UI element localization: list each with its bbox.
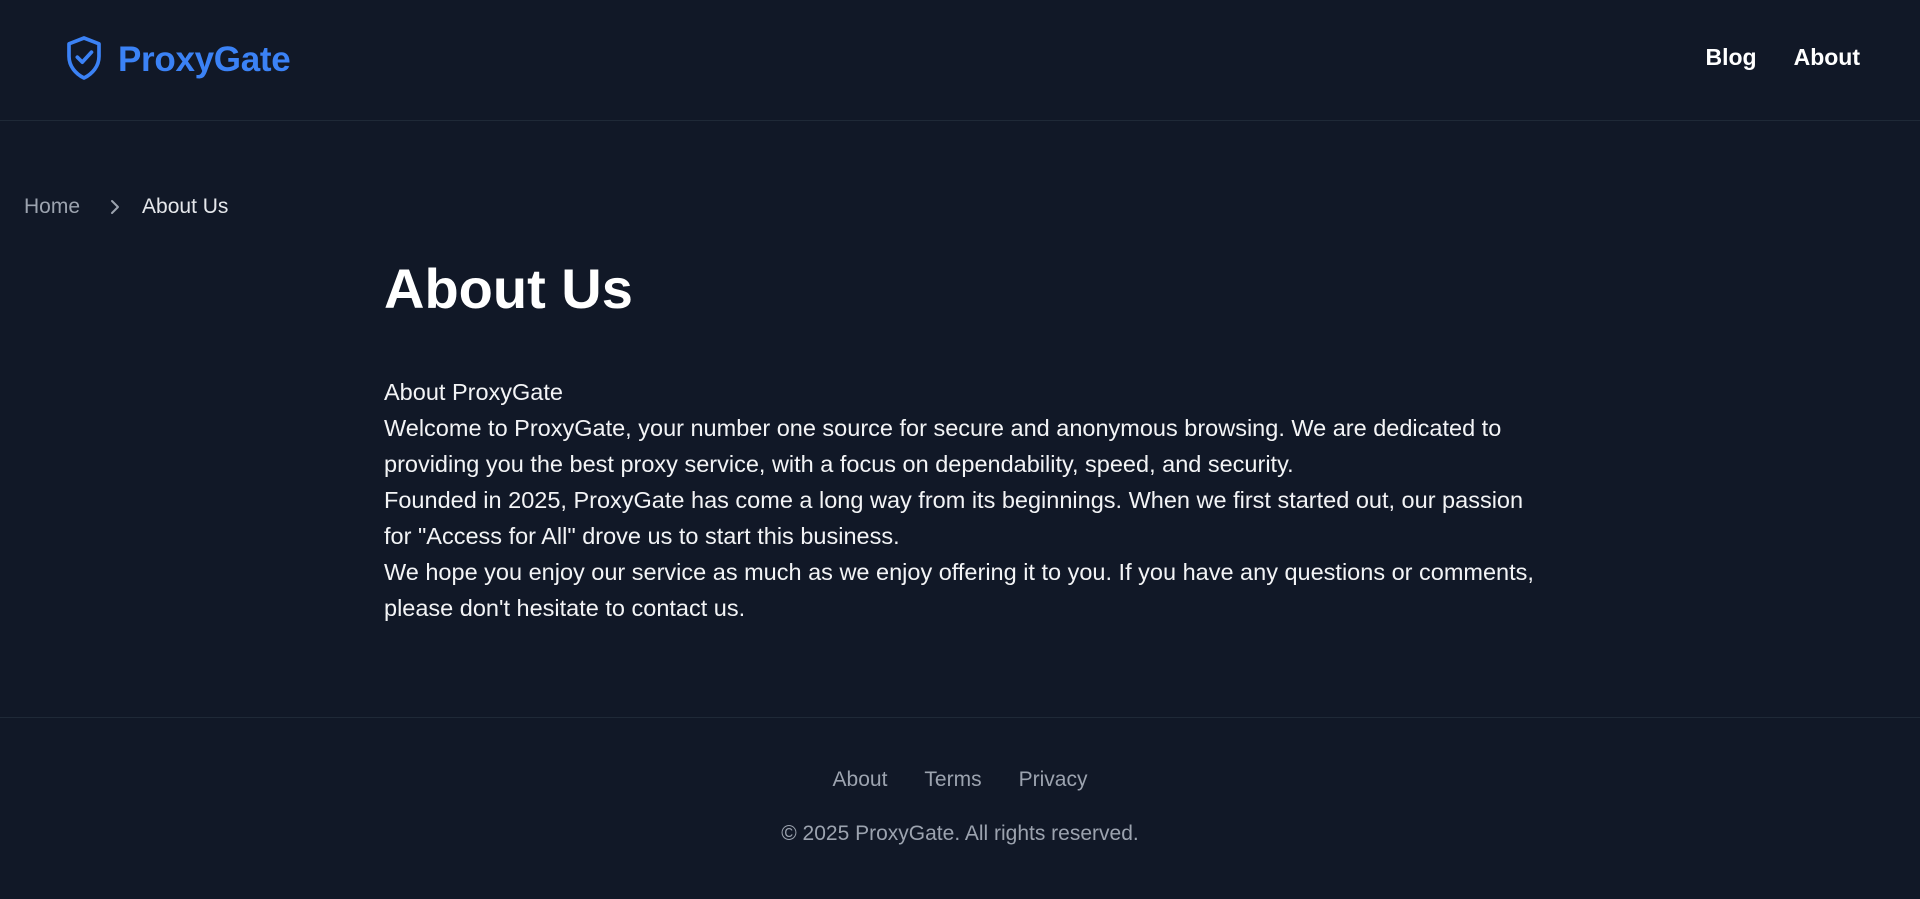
about-paragraph-closing: We hope you enjoy our service as much as…	[384, 559, 1534, 621]
about-paragraph-founded: Founded in 2025, ProxyGate has come a lo…	[384, 487, 1524, 549]
copyright-text: © 2025 ProxyGate. All rights reserved.	[781, 822, 1139, 845]
about-paragraph-welcome: Welcome to ProxyGate, your number one so…	[384, 415, 1502, 477]
about-heading: About ProxyGate	[384, 379, 563, 405]
breadcrumb-current: About Us	[142, 195, 229, 218]
breadcrumb-home-link[interactable]: Home	[24, 195, 80, 219]
site-footer: About Terms Privacy © 2025 ProxyGate. Al…	[0, 717, 1920, 899]
about-body: About ProxyGate Welcome to ProxyGate, yo…	[384, 374, 1544, 626]
footer-link-privacy[interactable]: Privacy	[1019, 768, 1088, 792]
chevron-right-icon	[108, 198, 122, 216]
site-header: ProxyGate Blog About	[0, 0, 1920, 121]
nav-link-about[interactable]: About	[1794, 44, 1860, 71]
footer-link-terms[interactable]: Terms	[924, 768, 981, 792]
brand-name: ProxyGate	[118, 40, 291, 79]
footer-links: About Terms Privacy	[0, 768, 1920, 792]
footer-link-about[interactable]: About	[833, 768, 888, 792]
nav-link-blog[interactable]: Blog	[1705, 44, 1756, 71]
shield-check-icon	[64, 34, 104, 87]
main-content: About Us About ProxyGate Welcome to Prox…	[384, 254, 1544, 626]
page-title: About Us	[384, 257, 633, 320]
breadcrumb: Home About Us	[24, 195, 228, 219]
brand-logo-link[interactable]: ProxyGate	[64, 34, 291, 87]
top-nav: Blog About	[1705, 44, 1860, 71]
